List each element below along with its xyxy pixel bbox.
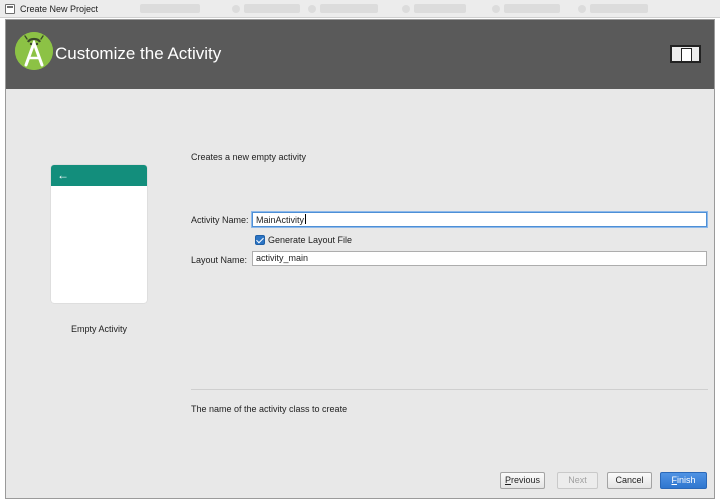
finish-label-rest: inish: [676, 475, 696, 485]
activity-name-input[interactable]: MainActivity: [252, 212, 707, 227]
window-app-icon: [5, 4, 15, 14]
arrow-left-icon: ←: [57, 168, 69, 182]
create-project-dialog: Customize the Activity ← Empty Activity …: [5, 19, 715, 499]
window-titlebar[interactable]: Create New Project: [0, 0, 720, 18]
activity-template-preview: ←: [51, 165, 147, 303]
generate-layout-checkbox[interactable]: [255, 235, 265, 245]
device-frame-icon: [670, 45, 701, 63]
activity-name-value: MainActivity: [256, 215, 305, 225]
cancel-button[interactable]: Cancel: [607, 472, 652, 489]
wizard-header: Customize the Activity: [6, 20, 714, 89]
layout-name-label: Layout Name:: [191, 255, 248, 265]
form-divider: [191, 389, 708, 390]
previous-button[interactable]: Previous: [500, 472, 545, 489]
window-title: Create New Project: [20, 4, 99, 14]
activity-name-label: Activity Name:: [191, 215, 249, 225]
layout-name-value: activity_main: [256, 253, 309, 263]
generate-layout-label[interactable]: Generate Layout File: [268, 235, 352, 245]
template-name: Empty Activity: [70, 324, 127, 334]
preview-app-bar: ←: [51, 165, 147, 186]
text-caret: [305, 214, 307, 224]
layout-name-input[interactable]: activity_main: [252, 251, 707, 266]
android-studio-logo-shape: [15, 32, 53, 70]
android-studio-logo-icon: [15, 32, 53, 70]
previous-label-rest: revious: [511, 475, 541, 485]
template-description: Creates a new empty activity: [191, 152, 307, 162]
page-title: Customize the Activity: [55, 44, 222, 63]
finish-button[interactable]: Finish: [660, 472, 707, 489]
background-taskbar-ghost: [140, 4, 680, 14]
next-button[interactable]: Next: [557, 472, 598, 489]
field-help-text: The name of the activity class to create: [191, 404, 348, 414]
